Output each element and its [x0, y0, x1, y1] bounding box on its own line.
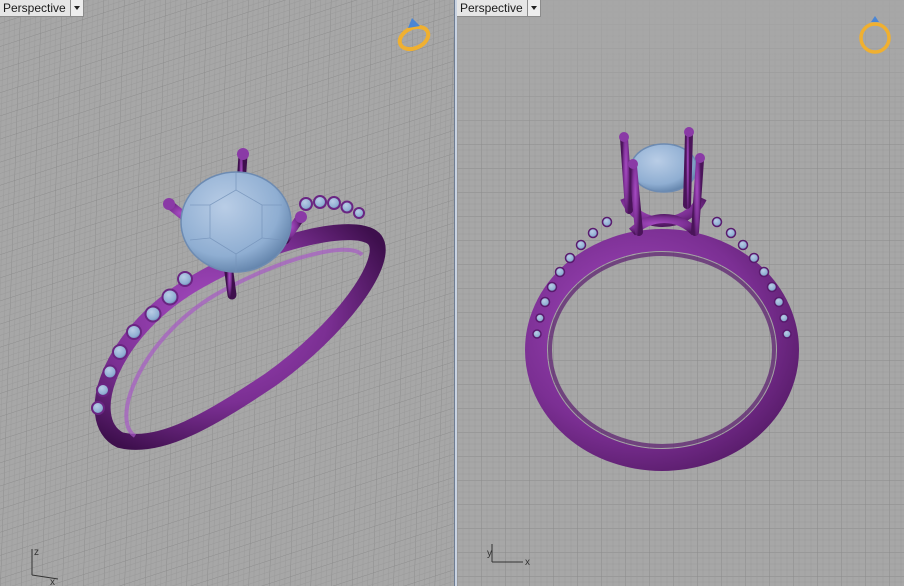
viewport-title[interactable]: Perspective: [0, 0, 70, 16]
right-scene[interactable]: y x: [457, 0, 904, 586]
construction-grid: [0, 0, 454, 586]
svg-text:x: x: [525, 557, 530, 568]
svg-text:y: y: [487, 548, 492, 559]
svg-text:x: x: [50, 577, 55, 586]
viewport-perspective-left[interactable]: z x Perspective: [0, 0, 454, 586]
svg-text:z: z: [34, 547, 39, 558]
viewport-menu-chevron-icon[interactable]: [69, 0, 83, 16]
viewport-title[interactable]: Perspective: [457, 0, 527, 16]
left-scene[interactable]: z x: [0, 0, 454, 586]
viewport-menu-chevron-icon[interactable]: [526, 0, 540, 16]
viewport-perspective-right[interactable]: y x Perspective: [457, 0, 904, 586]
viewport-label-left[interactable]: Perspective: [0, 0, 84, 17]
viewport-label-right[interactable]: Perspective: [457, 0, 541, 17]
